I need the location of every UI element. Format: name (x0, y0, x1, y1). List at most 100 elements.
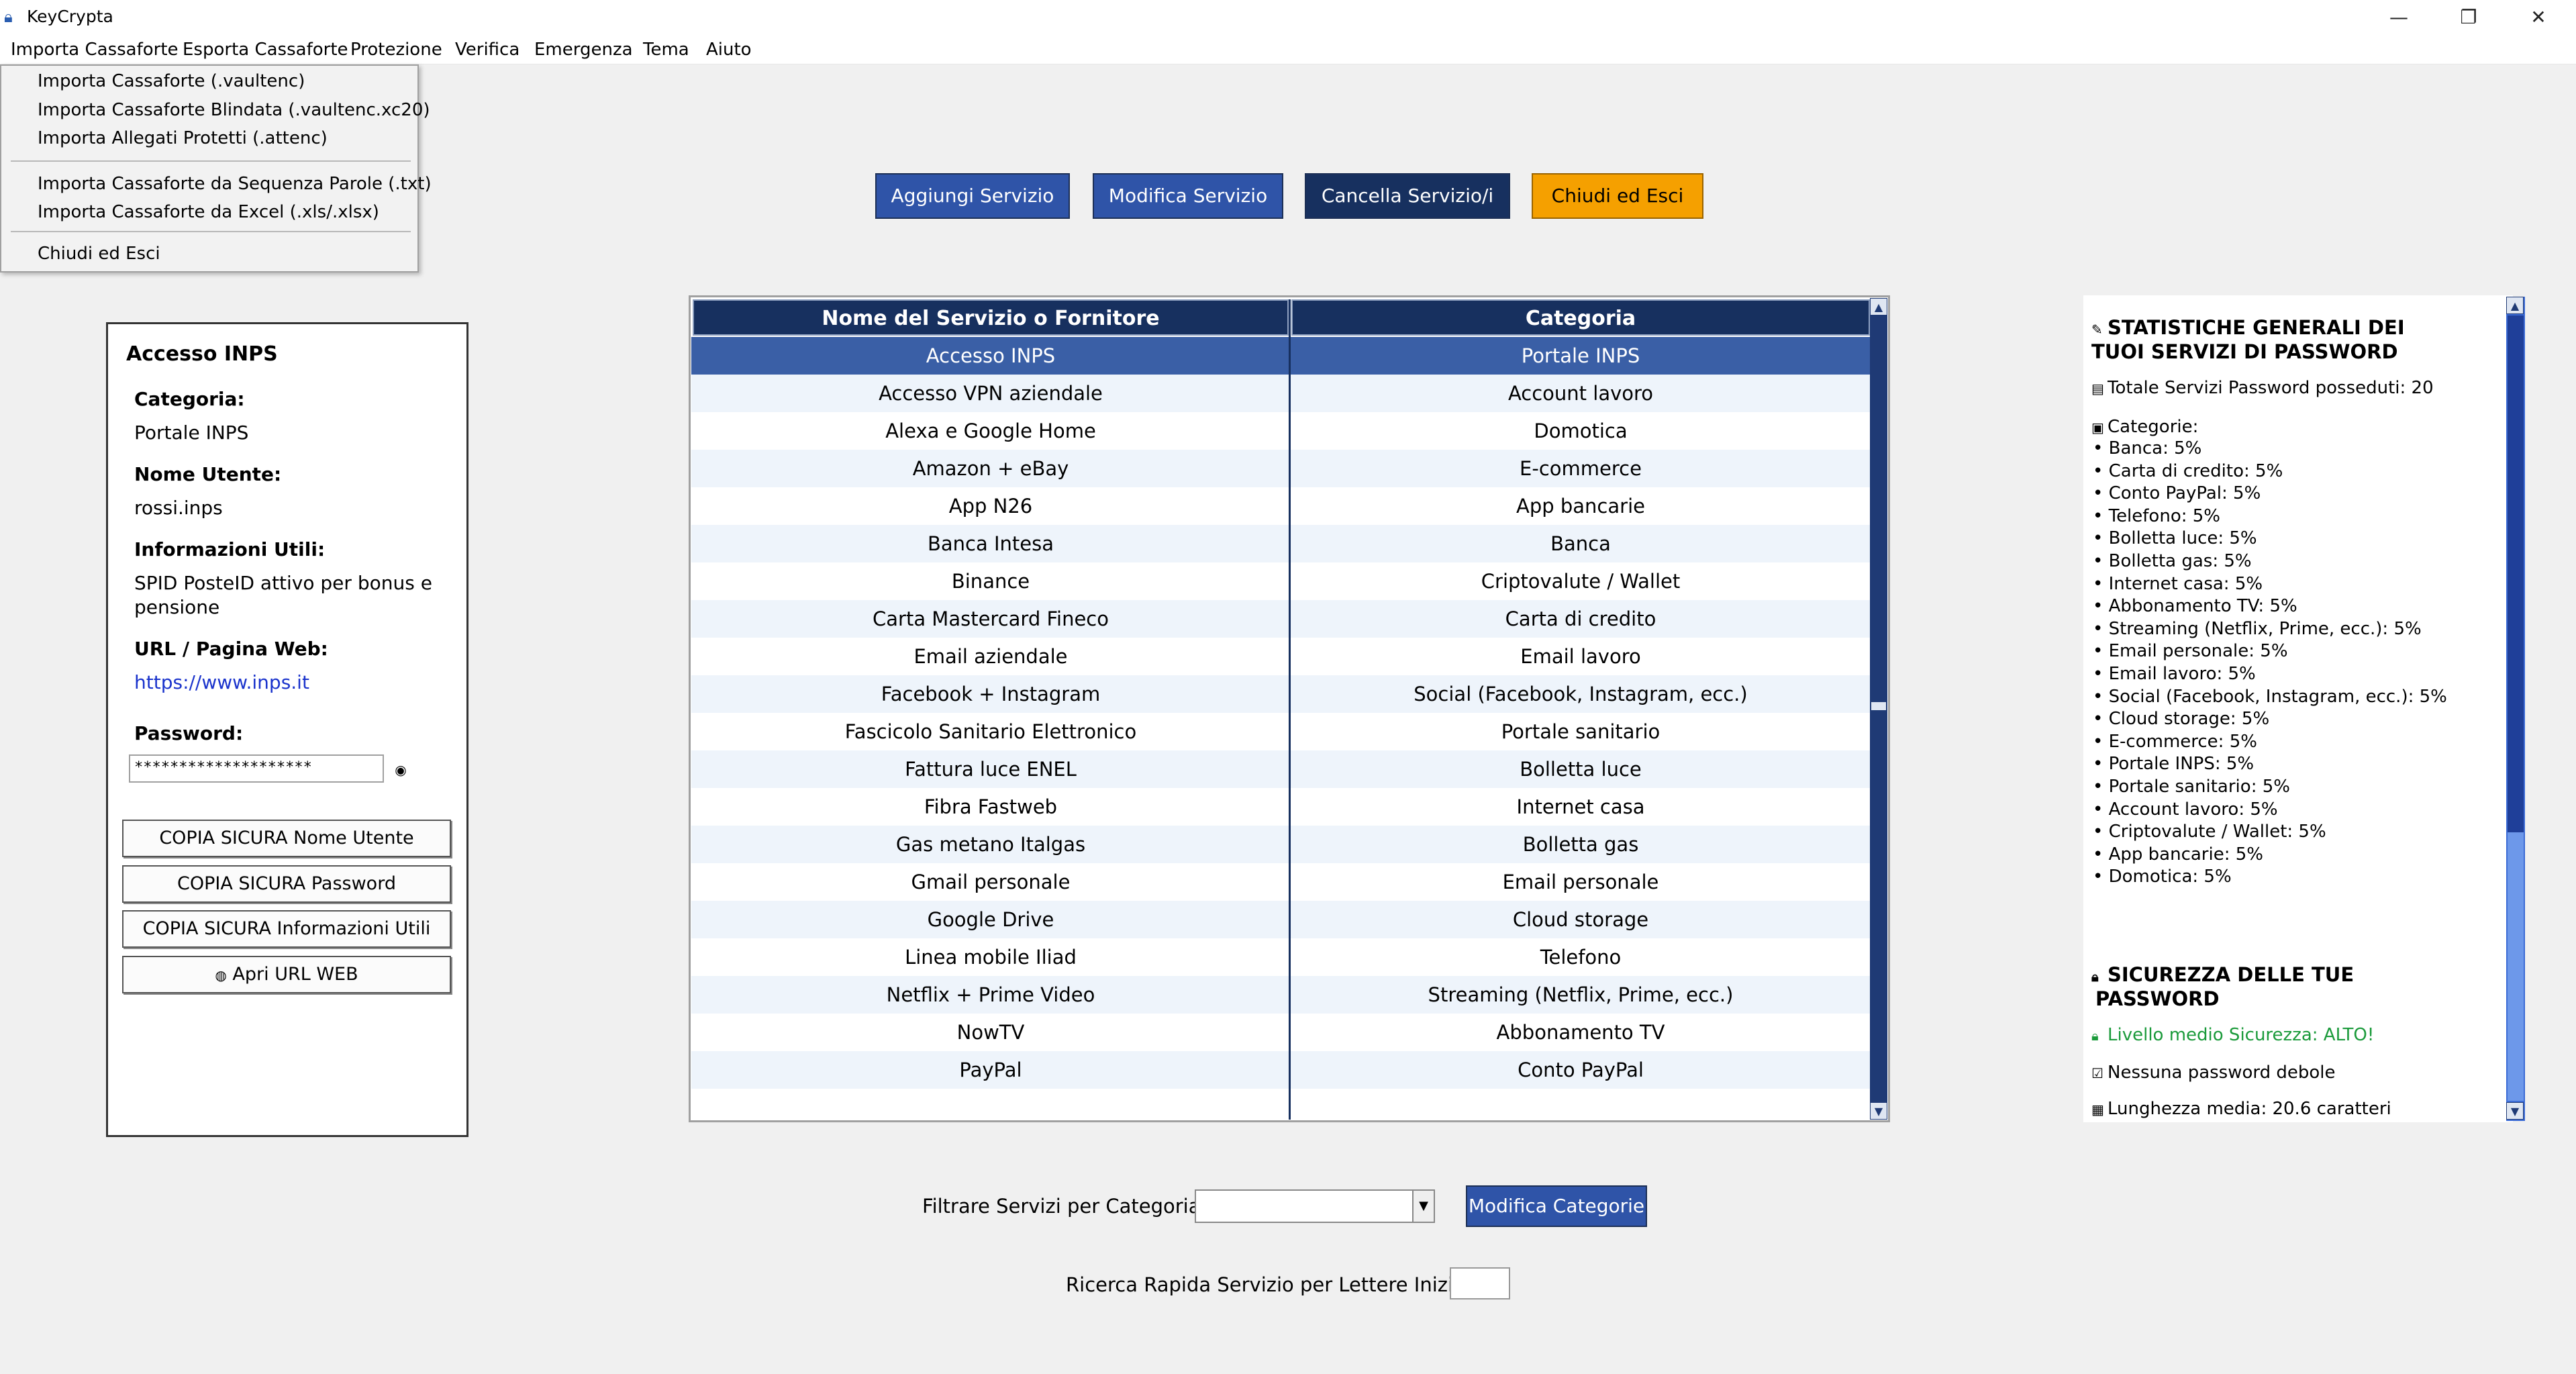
table-row[interactable]: Google Drive Cloud storage (691, 901, 1870, 938)
menu-emergenza[interactable]: Emergenza (534, 39, 633, 60)
menu-esporta-cassaforte[interactable]: Esporta Cassaforte (183, 39, 348, 60)
copy-password-button[interactable]: COPIA SICURA Password (122, 865, 451, 903)
table-row[interactable]: App N26 App bancarie (691, 487, 1870, 525)
table-row[interactable]: Accesso VPN aziendale Account lavoro (691, 375, 1870, 412)
cell-category[interactable]: Conto PayPal (1291, 1051, 1870, 1089)
cell-category[interactable]: Telefono (1291, 938, 1870, 976)
scroll-down-arrow-icon[interactable]: ▼ (1870, 1102, 1887, 1120)
close-exit-button[interactable]: Chiudi ed Esci (1532, 173, 1703, 219)
menu-item-import-armored[interactable]: Importa Cassaforte Blindata (.vaultenc.x… (38, 99, 430, 121)
cell-category[interactable]: Email lavoro (1291, 638, 1870, 675)
menu-item-import-excel[interactable]: Importa Cassaforte da Excel (.xls/.xlsx) (38, 201, 379, 224)
menu-importa-cassaforte[interactable]: Importa Cassaforte (11, 39, 179, 60)
password-field[interactable]: ******************** (129, 754, 384, 783)
menu-item-import-attachments[interactable]: Importa Allegati Protetti (.attenc) (38, 127, 328, 150)
cell-category[interactable]: Streaming (Netflix, Prime, ecc.) (1291, 976, 1870, 1014)
cell-service-name[interactable]: Fattura luce ENEL (691, 750, 1290, 788)
delete-service-button[interactable]: Cancella Servizio/i (1305, 173, 1510, 219)
menu-item-import-vaultenc[interactable]: Importa Cassaforte (.vaultenc) (38, 70, 305, 93)
table-row[interactable]: Binance Criptovalute / Wallet (691, 562, 1870, 600)
cell-category[interactable]: Bolletta luce (1291, 750, 1870, 788)
cell-category[interactable]: Account lavoro (1291, 375, 1870, 412)
cell-category[interactable]: Domotica (1291, 412, 1870, 450)
copy-username-button[interactable]: COPIA SICURA Nome Utente (122, 820, 451, 857)
chevron-down-icon[interactable]: ▼ (1412, 1191, 1434, 1222)
table-row[interactable]: PayPal Conto PayPal (691, 1051, 1870, 1089)
edit-service-button[interactable]: Modifica Servizio (1093, 173, 1283, 219)
cell-category[interactable]: Bolletta gas (1291, 826, 1870, 863)
cell-category[interactable]: Portale INPS (1291, 337, 1870, 375)
menu-verifica[interactable]: Verifica (455, 39, 519, 60)
cell-service-name[interactable]: Netflix + Prime Video (691, 976, 1290, 1014)
minimize-button[interactable]: — (2364, 0, 2434, 35)
cell-service-name[interactable]: Alexa e Google Home (691, 412, 1290, 450)
cell-service-name[interactable]: Accesso VPN aziendale (691, 375, 1290, 412)
table-row[interactable]: Accesso INPS Portale INPS (691, 337, 1870, 375)
cell-service-name[interactable]: Facebook + Instagram (691, 675, 1290, 713)
cell-category[interactable]: E-commerce (1291, 450, 1870, 487)
stats-scroll-up-icon[interactable]: ▲ (2506, 297, 2524, 314)
stats-scroll-thumb[interactable] (2508, 315, 2524, 832)
url-link[interactable]: https://www.inps.it (134, 671, 309, 693)
table-row[interactable]: Carta Mastercard Fineco Carta di credito (691, 600, 1870, 638)
menu-item-close-exit[interactable]: Chiudi ed Esci (38, 242, 160, 265)
cell-category[interactable]: Social (Facebook, Instagram, ecc.) (1291, 675, 1870, 713)
cell-category[interactable]: Portale sanitario (1291, 713, 1870, 750)
menu-protezione[interactable]: Protezione (350, 39, 442, 60)
cell-service-name[interactable]: Google Drive (691, 901, 1290, 938)
cell-service-name[interactable]: App N26 (691, 487, 1290, 525)
cell-service-name[interactable]: Fibra Fastweb (691, 788, 1290, 826)
open-url-button[interactable]: ◍ Apri URL WEB (122, 956, 451, 993)
cell-category[interactable]: Abbonamento TV (1291, 1014, 1870, 1051)
cell-service-name[interactable]: Gmail personale (691, 863, 1290, 901)
cell-service-name[interactable]: Carta Mastercard Fineco (691, 600, 1290, 638)
cell-service-name[interactable]: Linea mobile Iliad (691, 938, 1290, 976)
table-row[interactable]: Facebook + Instagram Social (Facebook, In… (691, 675, 1870, 713)
cell-service-name[interactable]: NowTV (691, 1014, 1290, 1051)
menu-item-import-wordseq[interactable]: Importa Cassaforte da Sequenza Parole (.… (38, 173, 432, 195)
cell-service-name[interactable]: Accesso INPS (691, 337, 1290, 375)
table-row[interactable]: NowTV Abbonamento TV (691, 1014, 1870, 1051)
table-row[interactable]: Gas metano Italgas Bolletta gas (691, 826, 1870, 863)
cell-category[interactable]: Banca (1291, 525, 1870, 562)
quick-search-input[interactable] (1450, 1267, 1510, 1299)
table-row[interactable]: Banca Intesa Banca (691, 525, 1870, 562)
stats-scroll-down-icon[interactable]: ▼ (2506, 1102, 2524, 1120)
category-filter-select[interactable] (1195, 1189, 1435, 1223)
cell-service-name[interactable]: Binance (691, 562, 1290, 600)
column-header-service[interactable]: Nome del Servizio o Fornitore (693, 299, 1289, 336)
cell-service-name[interactable]: Amazon + eBay (691, 450, 1290, 487)
table-row[interactable]: Fibra Fastweb Internet casa (691, 788, 1870, 826)
table-row[interactable]: Email aziendale Email lavoro (691, 638, 1870, 675)
scroll-up-arrow-icon[interactable]: ▲ (1870, 298, 1887, 315)
table-row[interactable]: Netflix + Prime Video Streaming (Netflix,… (691, 976, 1870, 1014)
table-row[interactable]: Gmail personale Email personale (691, 863, 1870, 901)
restore-button[interactable]: ❐ (2434, 0, 2504, 35)
menu-separator (11, 231, 411, 232)
eye-icon[interactable]: ◉ (392, 761, 409, 779)
menu-aiuto[interactable]: Aiuto (706, 39, 752, 60)
cell-service-name[interactable]: Fascicolo Sanitario Elettronico (691, 713, 1290, 750)
column-header-category[interactable]: Categoria (1291, 299, 1870, 336)
cell-category[interactable]: Internet casa (1291, 788, 1870, 826)
table-row[interactable]: Linea mobile Iliad Telefono (691, 938, 1870, 976)
table-scroll-thumb-grip[interactable] (1871, 702, 1886, 710)
cell-service-name[interactable]: Banca Intesa (691, 525, 1290, 562)
table-row[interactable]: Amazon + eBay E-commerce (691, 450, 1870, 487)
cell-category[interactable]: Criptovalute / Wallet (1291, 562, 1870, 600)
table-row[interactable]: Fascicolo Sanitario Elettronico Portale s… (691, 713, 1870, 750)
copy-info-button[interactable]: COPIA SICURA Informazioni Utili (122, 910, 451, 948)
close-window-button[interactable]: ✕ (2504, 0, 2573, 35)
edit-categories-button[interactable]: Modifica Categorie (1466, 1185, 1647, 1227)
cell-service-name[interactable]: Email aziendale (691, 638, 1290, 675)
cell-category[interactable]: Carta di credito (1291, 600, 1870, 638)
cell-service-name[interactable]: Gas metano Italgas (691, 826, 1290, 863)
cell-category[interactable]: App bancarie (1291, 487, 1870, 525)
cell-service-name[interactable]: PayPal (691, 1051, 1290, 1089)
cell-category[interactable]: Cloud storage (1291, 901, 1870, 938)
table-row[interactable]: Alexa e Google Home Domotica (691, 412, 1870, 450)
table-row[interactable]: Fattura luce ENEL Bolletta luce (691, 750, 1870, 788)
add-service-button[interactable]: Aggiungi Servizio (875, 173, 1070, 219)
menu-tema[interactable]: Tema (643, 39, 689, 60)
cell-category[interactable]: Email personale (1291, 863, 1870, 901)
